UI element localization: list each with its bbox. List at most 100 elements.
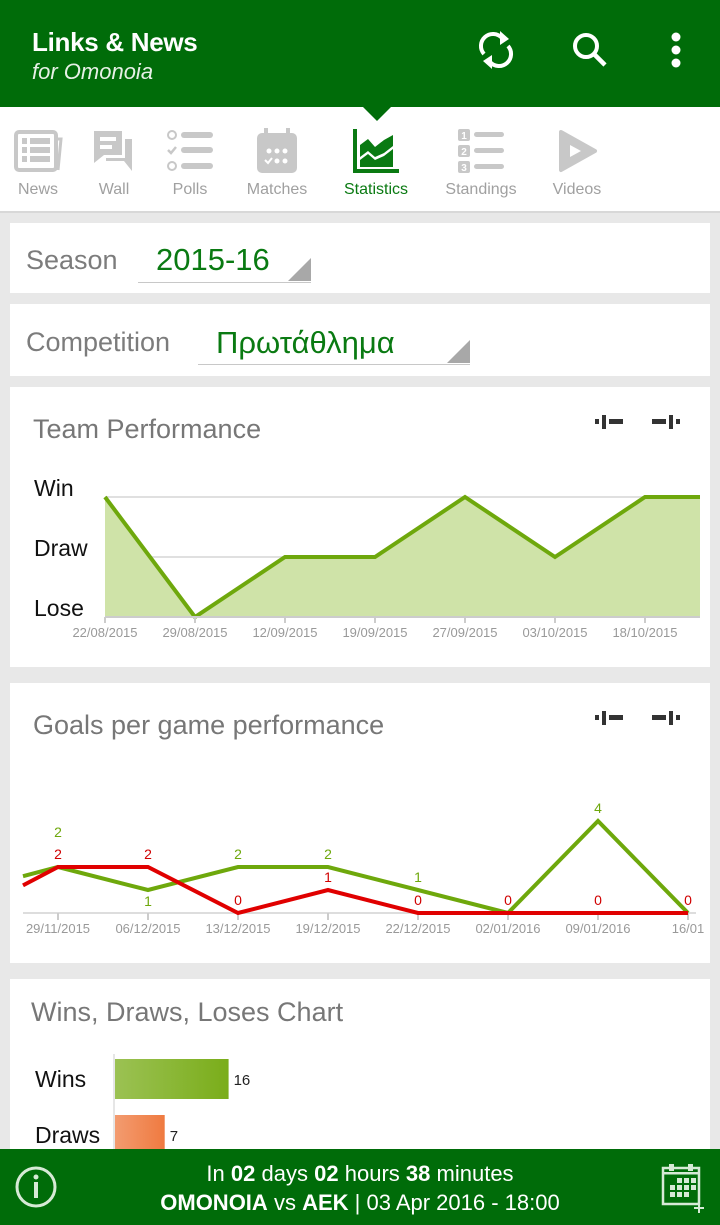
active-tab-pointer <box>363 107 391 121</box>
poll-list-icon <box>167 130 213 171</box>
team-performance-card: Team Performance Lose Draw Win 22/08/2015 29… <box>10 387 710 667</box>
zoom-in-button[interactable] <box>650 710 686 726</box>
countdown-minutes: 38 <box>405 1161 431 1186</box>
competition-value: Πρωτάθλημα <box>216 325 395 360</box>
tab-label: Standings <box>445 181 517 198</box>
season-label: Season <box>26 245 118 275</box>
data-label: 1 <box>324 869 332 885</box>
tab-statistics[interactable]: Statistics <box>336 107 416 211</box>
x-tick-label: 02/01/2016 <box>475 921 540 936</box>
x-tick-label: 19/12/2015 <box>295 921 360 936</box>
zoom-in-icon <box>652 415 680 429</box>
vs-label: vs <box>273 1190 296 1215</box>
category-label: Draws <box>35 1122 100 1148</box>
countdown-minutes-label: minutes <box>436 1161 514 1186</box>
data-label: 2 <box>144 846 152 862</box>
x-tick-label: 29/11/2015 <box>26 921 90 936</box>
competition-label: Competition <box>26 327 171 357</box>
y-tick-label: Draw <box>34 535 88 561</box>
x-tick-label: 16/01 <box>672 921 705 936</box>
team-performance-chart: Lose Draw Win 22/08/2015 29/08/2015 12/09/201… <box>34 475 700 640</box>
tab-matches[interactable]: Matches <box>240 107 314 211</box>
dropdown-triangle-icon <box>288 258 311 281</box>
data-label: 4 <box>594 800 602 816</box>
x-tick-label: 03/10/2015 <box>522 625 587 640</box>
add-to-calendar-button[interactable] <box>660 1163 706 1213</box>
x-tick-label: 18/10/2015 <box>612 625 677 640</box>
newspaper-icon <box>14 130 63 172</box>
bar-wins <box>115 1059 229 1099</box>
numbered-list-icon: 1 2 3 <box>458 129 504 174</box>
chat-icon <box>94 131 132 171</box>
x-tick-label: 19/09/2015 <box>342 625 407 640</box>
tab-label: News <box>17 181 58 198</box>
goals-chart: 29/11/2015 06/12/2015 13/12/2015 19/12/2015… <box>22 800 705 936</box>
goals-card: Goals per game performance 29/11/2015 06/… <box>10 683 710 963</box>
zoom-out-button[interactable] <box>594 414 630 430</box>
y-tick-label: Win <box>34 475 74 501</box>
season-value: 2015-16 <box>156 242 270 277</box>
more-vert-icon <box>671 32 681 68</box>
data-label: 0 <box>414 892 422 908</box>
data-label: 0 <box>234 892 242 908</box>
zoom-in-button[interactable] <box>650 414 686 430</box>
competition-card: Competition Πρωτάθλημα <box>10 304 710 376</box>
wdl-card: Wins, Draws, Loses Chart Wins 16 Draws 7 <box>10 979 710 1159</box>
svg-text:2: 2 <box>461 147 467 158</box>
bar-value-label: 16 <box>234 1072 251 1089</box>
search-icon <box>573 33 607 67</box>
app-subtitle: for Omonoia <box>32 59 154 84</box>
zoom-out-icon <box>595 415 623 429</box>
y-tick-label: Lose <box>34 595 84 621</box>
x-tick-label: 29/08/2015 <box>162 625 227 640</box>
tab-standings[interactable]: 1 2 3 Standings <box>442 107 520 211</box>
tab-label: Wall <box>98 181 130 198</box>
next-match-bar: In 02 days 02 hours 38 minutes OMONOIA v… <box>0 1149 720 1225</box>
countdown-text: In 02 days 02 hours 38 minutes <box>0 1161 720 1187</box>
section-tabs: News Wall Polls Matches Statistics 1 2 3… <box>0 107 720 213</box>
category-label: Wins <box>35 1066 86 1092</box>
x-tick-label: 12/09/2015 <box>252 625 317 640</box>
team-performance-title: Team Performance <box>33 414 262 444</box>
svg-text:3: 3 <box>461 163 467 174</box>
data-label: 2 <box>234 846 242 862</box>
match-datetime: | 03 Apr 2016 - 18:00 <box>354 1190 560 1215</box>
data-label: 1 <box>144 893 152 909</box>
x-tick-label: 13/12/2015 <box>205 921 270 936</box>
countdown-prefix: In <box>206 1161 225 1186</box>
data-label: 2 <box>54 824 62 840</box>
data-label: 0 <box>594 892 602 908</box>
tab-label: Polls <box>172 181 208 198</box>
next-match-info: OMONOIA vs AEK | 03 Apr 2016 - 18:00 <box>0 1190 720 1216</box>
away-team: AEK <box>302 1190 349 1215</box>
tab-polls[interactable]: Polls <box>162 107 218 211</box>
zoom-out-button[interactable] <box>594 710 630 726</box>
svg-text:1: 1 <box>461 131 467 142</box>
x-tick-label: 22/08/2015 <box>72 625 137 640</box>
countdown-days: 02 <box>230 1161 256 1186</box>
x-tick-label: 09/01/2016 <box>565 921 630 936</box>
search-button[interactable] <box>566 26 614 74</box>
dropdown-triangle-icon <box>447 340 470 363</box>
wdl-chart: Wins 16 Draws 7 <box>35 1054 251 1159</box>
more-options-button[interactable] <box>652 26 700 74</box>
competition-select[interactable]: Πρωτάθλημα <box>198 314 470 365</box>
refresh-icon <box>478 31 514 69</box>
season-select[interactable]: 2015-16 <box>138 233 311 283</box>
tab-label: Statistics <box>343 181 408 198</box>
wdl-title: Wins, Draws, Loses Chart <box>31 997 344 1027</box>
calendar-icon <box>257 128 297 173</box>
tab-news[interactable]: News <box>6 107 70 211</box>
goals-title: Goals per game performance <box>33 710 385 740</box>
data-label: 2 <box>324 846 332 862</box>
tab-label: Matches <box>246 181 308 198</box>
tab-videos[interactable]: Videos <box>548 107 606 211</box>
area-chart-icon <box>353 129 399 173</box>
refresh-button[interactable] <box>472 26 520 74</box>
tab-wall[interactable]: Wall <box>86 107 142 211</box>
x-tick-label: 27/09/2015 <box>432 625 497 640</box>
season-card: Season 2015-16 <box>10 223 710 293</box>
countdown-days-label: days <box>261 1161 308 1186</box>
bar-value-label: 7 <box>170 1128 178 1145</box>
x-tick-label: 22/12/2015 <box>385 921 450 936</box>
